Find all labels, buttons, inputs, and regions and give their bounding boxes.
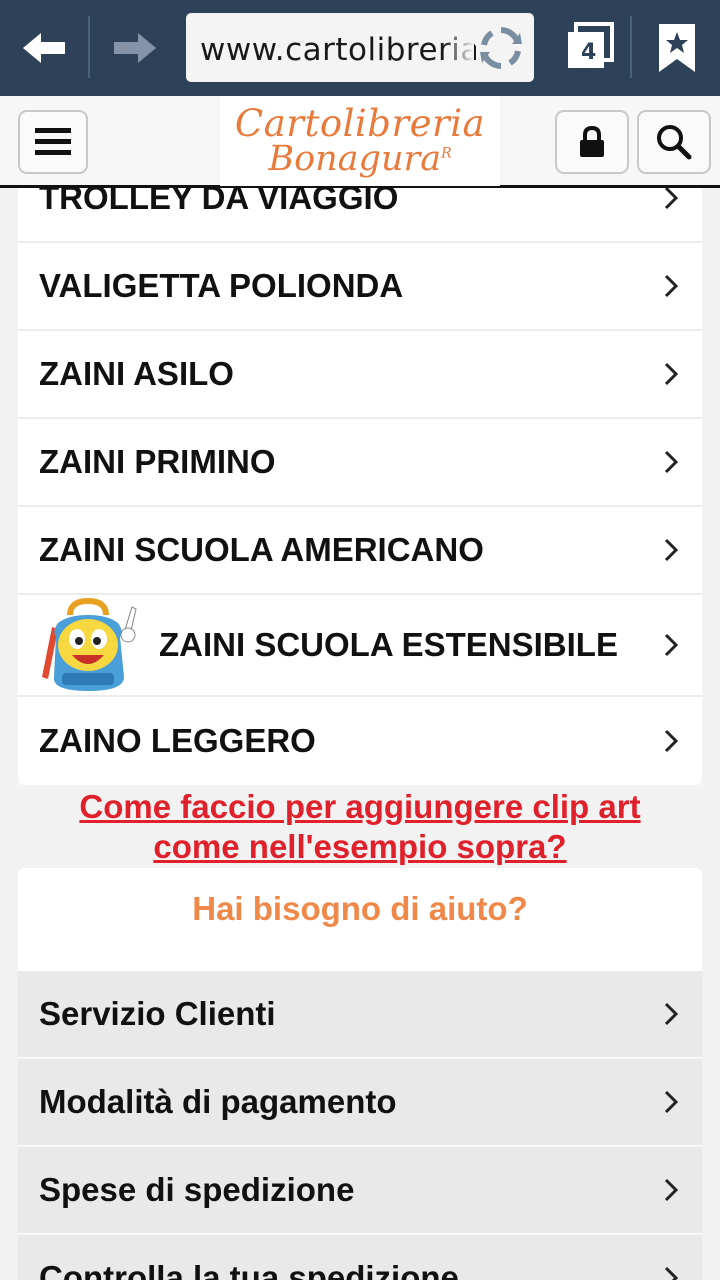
forward-button[interactable] <box>92 0 178 96</box>
forward-arrow-icon <box>114 33 156 63</box>
logo-mark: R <box>441 145 452 162</box>
url-fade <box>444 13 474 82</box>
category-list: TROLLEY DA VIAGGIO VALIGETTA POLIONDA ZA… <box>18 155 702 785</box>
site-header: Cartolibreria BonaguraR <box>0 96 720 188</box>
site-logo[interactable]: Cartolibreria BonaguraR <box>220 96 500 186</box>
chevron-right-icon <box>664 1178 679 1202</box>
help-item-label: Spese di spedizione <box>39 1171 355 1208</box>
tabs-button[interactable]: 4 <box>552 0 628 96</box>
list-item[interactable]: ZAINO LEGGERO <box>18 697 702 785</box>
chevron-right-icon <box>664 1002 679 1026</box>
tab-count: 4 <box>581 40 597 65</box>
question-line-2: come nell'esempio sopra? <box>153 828 567 865</box>
tabs-icon: 4 <box>560 18 620 78</box>
category-label: ZAINI SCUOLA ESTENSIBILE <box>159 626 618 663</box>
chevron-right-icon <box>664 186 679 210</box>
refresh-button[interactable] <box>476 23 526 73</box>
help-item-modalita-pagamento[interactable]: Modalità di pagamento <box>18 1059 702 1147</box>
help-item-label: Controlla la tua spedizione <box>39 1259 459 1280</box>
help-item-servizio-clienti[interactable]: Servizio Clienti <box>18 971 702 1059</box>
account-button[interactable] <box>555 110 629 174</box>
back-arrow-icon <box>23 33 65 63</box>
help-item-label: Modalità di pagamento <box>39 1083 397 1120</box>
category-label: ZAINI ASILO <box>39 355 234 392</box>
category-label: ZAINI PRIMINO <box>39 443 276 480</box>
search-button[interactable] <box>637 110 711 174</box>
chevron-right-icon <box>664 450 679 474</box>
chevron-right-icon <box>664 1266 679 1280</box>
chevron-right-icon <box>664 274 679 298</box>
chevron-right-icon <box>664 633 679 657</box>
chevron-right-icon <box>664 362 679 386</box>
menu-button[interactable] <box>18 110 88 174</box>
question-line-1: Come faccio per aggiungere clip art <box>79 788 641 825</box>
help-item-controlla-spedizione[interactable]: Controlla la tua spedizione <box>18 1235 702 1280</box>
lock-icon <box>580 126 604 157</box>
help-item-label: Servizio Clienti <box>39 995 276 1032</box>
chevron-right-icon <box>664 538 679 562</box>
chevron-right-icon <box>664 729 679 753</box>
search-icon <box>657 125 692 160</box>
bookmark-star-icon <box>659 24 695 72</box>
category-label: ZAINI SCUOLA AMERICANO <box>39 531 484 568</box>
help-header: Hai bisogno di aiuto? <box>18 868 702 971</box>
url-bar[interactable]: www.cartolibreria. <box>186 13 534 82</box>
backpack-mascot-icon <box>42 597 137 691</box>
help-item-spese-spedizione[interactable]: Spese di spedizione <box>18 1147 702 1235</box>
help-title: Hai bisogno di aiuto? <box>192 890 528 927</box>
list-item[interactable]: ZAINI SCUOLA AMERICANO <box>18 507 702 595</box>
category-label: VALIGETTA POLIONDA <box>39 267 404 304</box>
chevron-right-icon <box>664 1090 679 1114</box>
refresh-icon <box>480 27 522 69</box>
list-item[interactable]: VALIGETTA POLIONDA <box>18 243 702 331</box>
toolbar-divider <box>88 16 90 78</box>
bookmarks-button[interactable] <box>634 0 720 96</box>
browser-toolbar: www.cartolibreria. 4 <box>0 0 720 96</box>
clip-art-question-link[interactable]: Come faccio per aggiungere clip art come… <box>30 787 690 867</box>
list-item[interactable]: ZAINI ASILO <box>18 331 702 419</box>
help-section: Hai bisogno di aiuto? Servizio Clienti M… <box>18 868 702 1280</box>
toolbar-divider <box>630 16 632 78</box>
hamburger-menu-icon <box>35 128 71 155</box>
logo-text-line2: BonaguraR <box>220 139 500 179</box>
page: www.cartolibreria. 4 TROLLEY DA VIAGGIO … <box>0 0 720 1280</box>
list-item[interactable]: ZAINI SCUOLA ESTENSIBILE <box>18 595 702 697</box>
category-label: ZAINO LEGGERO <box>39 722 316 759</box>
back-button[interactable] <box>0 0 88 96</box>
list-item[interactable]: ZAINI PRIMINO <box>18 419 702 507</box>
logo-text-line2-main: Bonagura <box>268 139 442 179</box>
